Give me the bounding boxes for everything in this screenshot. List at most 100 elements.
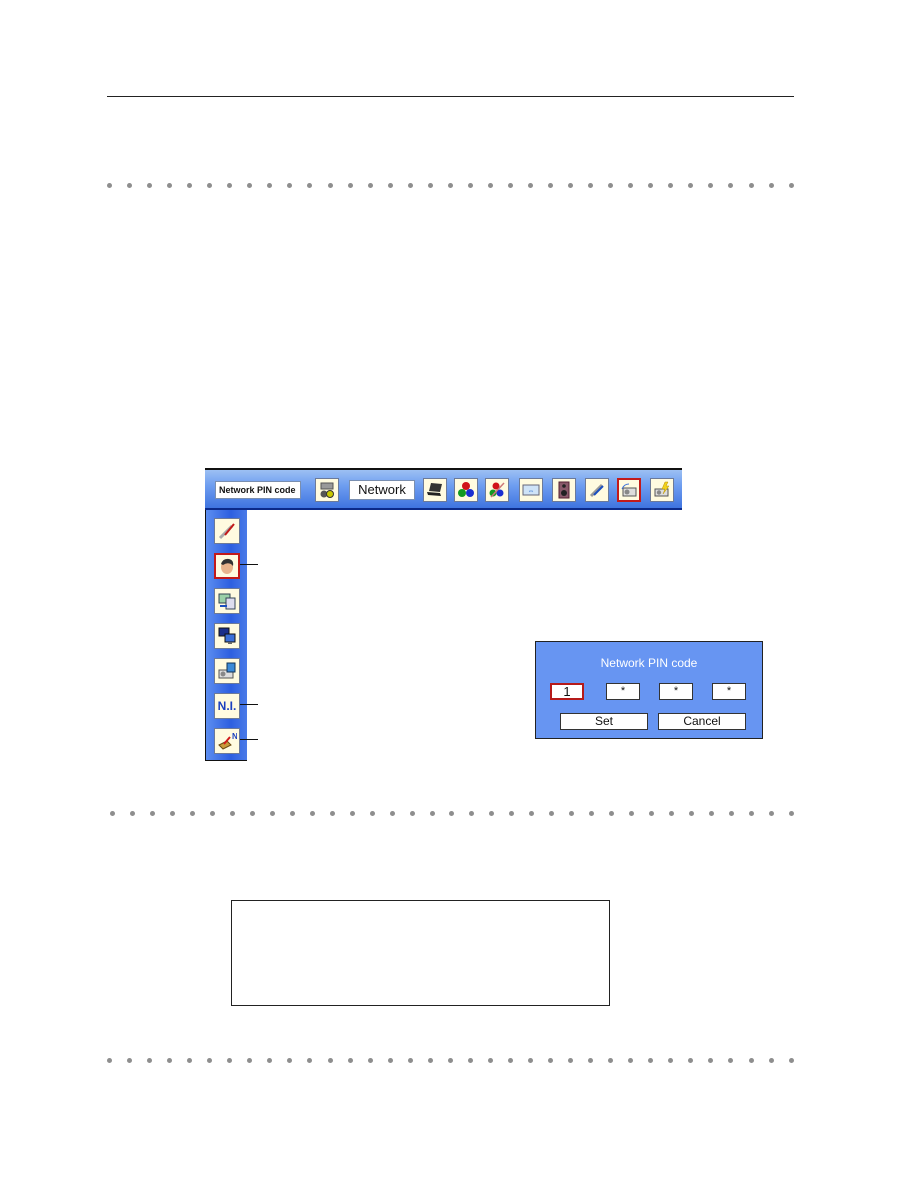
projector-info-icon[interactable] [214, 658, 240, 684]
divider-dot [568, 1057, 574, 1063]
divider-dot [349, 810, 355, 816]
color-adjust-icon[interactable] [485, 478, 509, 502]
section-divider-3 [107, 1057, 794, 1063]
divider-dot [788, 182, 794, 188]
divider-dot [729, 810, 735, 816]
divider-dot [768, 1057, 774, 1063]
divider-dot [309, 810, 315, 816]
divider-dot [728, 182, 734, 188]
divider-dot [527, 1057, 533, 1063]
tools-icon[interactable] [214, 518, 240, 544]
divider-dot [608, 1057, 614, 1063]
divider-dot [409, 810, 415, 816]
divider-dot [628, 1057, 634, 1063]
projector-power-icon[interactable] [650, 478, 674, 502]
section-divider-2 [110, 810, 794, 816]
divider-dot [568, 182, 574, 188]
divider-dot [469, 810, 475, 816]
divider-dot [229, 810, 235, 816]
divider-dot [167, 182, 173, 188]
divider-dot [167, 1057, 173, 1063]
divider-dot [247, 182, 253, 188]
divider-dot [748, 182, 754, 188]
network-pin-dialog: Network PIN code 1 * * * Set Cancel [535, 641, 763, 739]
divider-dot [728, 1057, 734, 1063]
tools-icon[interactable] [585, 478, 609, 502]
divider-dot [688, 1057, 694, 1063]
divider-dot [129, 810, 135, 816]
divider-dot [269, 810, 275, 816]
set-button[interactable]: Set [560, 713, 648, 730]
speaker-icon[interactable] [552, 478, 576, 502]
divider-dot [367, 182, 373, 188]
divider-dot [207, 1057, 213, 1063]
divider-dot [708, 182, 714, 188]
divider-dot [227, 182, 233, 188]
divider-dot [367, 1057, 373, 1063]
divider-dot [207, 182, 213, 188]
user-head-icon[interactable] [214, 553, 240, 579]
cancel-button[interactable]: Cancel [658, 713, 746, 730]
divider-dot [649, 810, 655, 816]
divider-dot [688, 182, 694, 188]
divider-dot [307, 182, 313, 188]
divider-dot [329, 810, 335, 816]
pin-digit-1[interactable]: 1 [550, 683, 584, 700]
divider-dot [110, 810, 115, 816]
callout-line-user [240, 564, 258, 565]
divider-dot [289, 810, 295, 816]
color-balls-icon[interactable] [454, 478, 478, 502]
divider-dot [628, 182, 634, 188]
divider-dot [548, 182, 554, 188]
divider-dot [287, 1057, 293, 1063]
divider-dot [247, 1057, 253, 1063]
laptop-icon[interactable] [423, 478, 447, 502]
network-settings-icon[interactable] [214, 588, 240, 614]
network-info-icon[interactable]: N.I. [214, 693, 240, 719]
network-info-label: N.I. [217, 699, 237, 713]
divider-dot [549, 810, 555, 816]
svg-text:N: N [232, 732, 237, 741]
divider-dot [147, 182, 153, 188]
divider-dot [267, 1057, 273, 1063]
pin-digit-4[interactable]: * [712, 683, 746, 700]
divider-dot [608, 182, 614, 188]
network-label: Network [349, 480, 415, 500]
divider-dot [287, 182, 293, 188]
divider-dot [507, 1057, 513, 1063]
divider-dot [447, 1057, 453, 1063]
svg-text:⇔: ⇔ [528, 488, 535, 495]
network-factory-default-icon[interactable]: N [214, 728, 240, 754]
divider-dot [509, 810, 515, 816]
divider-dot [527, 182, 533, 188]
divider-dot [427, 1057, 433, 1063]
network-device-icon[interactable] [315, 478, 339, 502]
divider-dot [708, 1057, 714, 1063]
divider-dot [648, 1057, 654, 1063]
projector-network-icon[interactable] [617, 478, 641, 502]
divider-dot [589, 810, 595, 816]
menu-sidebar: N.I. N [205, 510, 247, 761]
divider-dot [788, 1057, 794, 1063]
divider-dot [487, 182, 493, 188]
divider-dot [107, 182, 112, 188]
computer-network-icon[interactable] [214, 623, 240, 649]
divider-dot [588, 182, 594, 188]
divider-dot [209, 810, 215, 816]
pin-digit-2[interactable]: * [606, 683, 640, 700]
divider-dot [529, 810, 535, 816]
divider-dot [369, 810, 375, 816]
divider-dot [489, 810, 495, 816]
divider-dot [569, 810, 575, 816]
divider-dot [127, 1057, 133, 1063]
callout-line-factory-default [240, 739, 258, 740]
pin-digit-3[interactable]: * [659, 683, 693, 700]
divider-dot [788, 810, 794, 816]
menu-title-box: Network PIN code [215, 481, 301, 499]
divider-dot [548, 1057, 554, 1063]
divider-dot [127, 182, 133, 188]
divider-dot [427, 182, 433, 188]
screen-icon[interactable]: ⇔ [519, 478, 543, 502]
divider-dot [507, 182, 513, 188]
note-box [231, 900, 610, 1006]
